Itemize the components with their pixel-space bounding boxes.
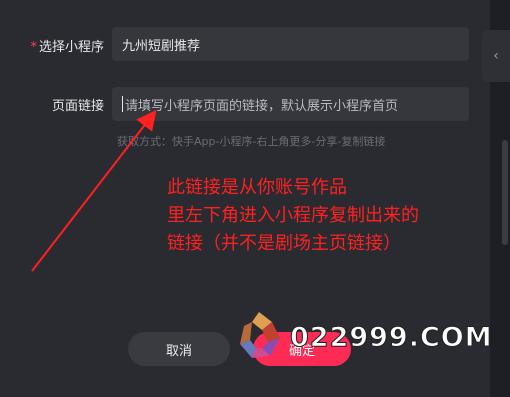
page-link-hint: 获取方式：快手App-小程序-右上角更多-分享-复制链接 [117,135,386,148]
mini-program-label-text: 选择小程序 [38,40,104,55]
watermark: 022999.COM [232,308,492,368]
annotation-line-3: 链接（并不是剧场主页链接） [167,233,401,254]
mini-program-select[interactable]: 九州短剧推荐 [112,27,469,61]
scrollbar-thumb[interactable] [502,140,508,245]
watermark-text: 022999.COM [290,322,493,354]
page-link-input[interactable]: 请填写小程序页面的链接，默认展示小程序首页 [112,87,469,121]
mini-program-value: 九州短剧推荐 [122,38,201,54]
red-annotation: 此链接是从你账号作品 里左下角进入小程序复制出来的 链接（并不是剧场主页链接） [167,174,419,258]
mini-program-label: * 选择小程序 [4,36,104,55]
page-link-placeholder: 请填写小程序页面的链接，默认展示小程序首页 [125,98,399,114]
annotation-line-2: 里左下角进入小程序复制出来的 [167,205,419,226]
text-cursor [122,96,123,112]
cancel-button[interactable]: 取消 [128,332,230,366]
watermark-logo-icon [240,312,280,358]
annotation-line-1: 此链接是从你账号作品 [167,177,347,198]
chevron-left-icon[interactable]: ‹ [482,30,510,82]
required-mark: * [30,40,37,55]
page-link-label: 页面链接 [51,99,104,114]
